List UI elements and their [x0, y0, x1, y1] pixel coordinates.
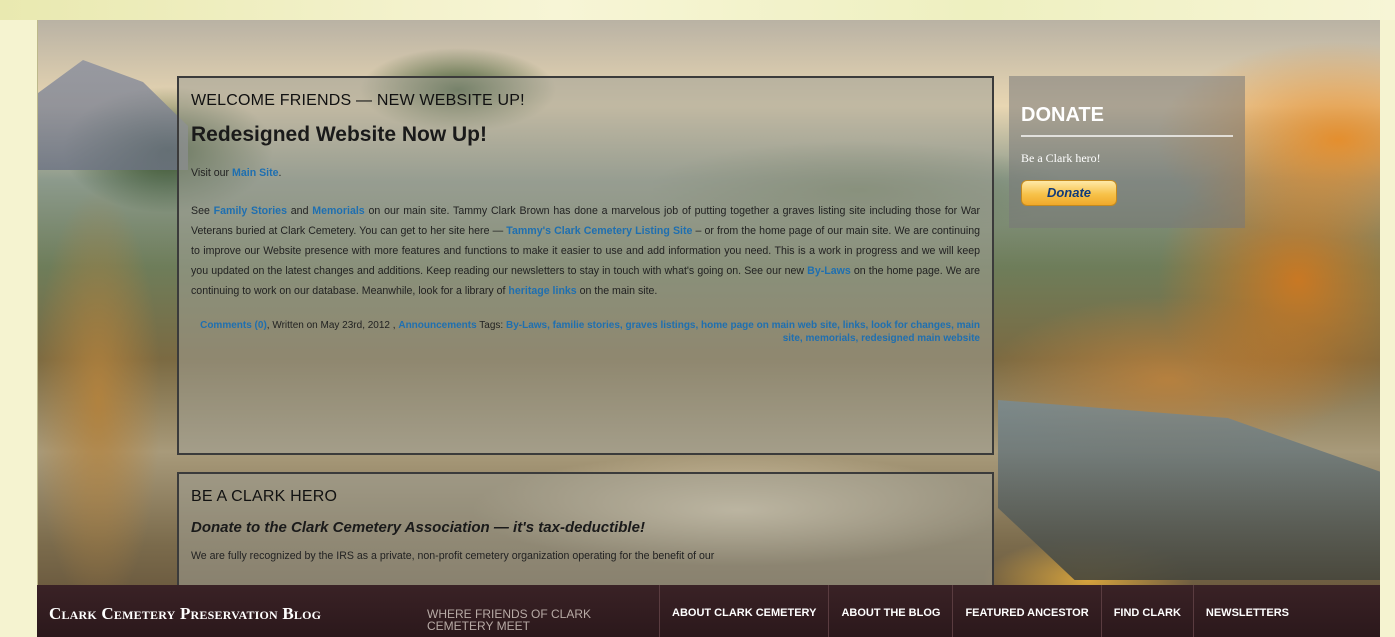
site-tagline: Where Friends of Clark Cemetery Meet	[427, 607, 592, 633]
donate-title: DONATE	[1021, 104, 1233, 137]
post-paragraph: See Family Stories and Memorials on our …	[191, 201, 980, 301]
text-span: See	[191, 205, 214, 217]
nav-menu: About Clark Cemetery About the Blog Feat…	[659, 585, 1301, 637]
post-clark-hero: BE A CLARK HERO Donate to the Clark Ceme…	[177, 472, 994, 592]
nav-item-about-clark-cemetery[interactable]: About Clark Cemetery	[659, 585, 828, 637]
tammy-listing-link[interactable]: Tammy's Clark Cemetery Listing Site	[506, 225, 692, 237]
comments-link[interactable]: Comments (0)	[200, 320, 267, 331]
text-span: Visit our	[191, 167, 233, 179]
post-welcome: WELCOME FRIENDS — NEW WEBSITE UP! Redesi…	[177, 76, 994, 455]
post-date: , Written on May 23rd, 2012 ,	[266, 320, 399, 331]
donate-text: Be a Clark hero!	[1021, 151, 1101, 165]
nav-item-newsletters[interactable]: Newsletters	[1192, 585, 1301, 637]
mountain-shape	[38, 60, 188, 170]
post-body: We are fully recognized by the IRS as a …	[191, 550, 715, 562]
bylaws-link[interactable]: By-Laws	[807, 265, 851, 277]
text-span: on the main site.	[576, 285, 658, 297]
nav-item-featured-ancestor[interactable]: Featured Ancestor	[952, 585, 1100, 637]
post-paragraph: Visit our Main Site.	[191, 163, 980, 183]
post-subtitle: Donate to the Clark Cemetery Association…	[191, 519, 645, 536]
nav-item-find-clark[interactable]: Find Clark	[1100, 585, 1193, 637]
post-body: Visit our Main Site. See Family Stories …	[191, 163, 980, 301]
memorials-link[interactable]: Memorials	[312, 205, 364, 217]
main-site-link[interactable]: Main Site	[232, 167, 279, 179]
bottom-navbar: Clark Cemetery Preservation Blog Where F…	[37, 585, 1380, 637]
text-span: .	[278, 167, 282, 179]
post-title[interactable]: Redesigned Website Now Up!	[191, 123, 980, 147]
tags-links[interactable]: By-Laws, familie stories, graves listing…	[506, 320, 980, 344]
text-span: and	[286, 205, 313, 217]
river-shape	[998, 400, 1380, 580]
nav-item-about-the-blog[interactable]: About the Blog	[828, 585, 952, 637]
tags-label: Tags:	[476, 320, 506, 331]
post-kicker: WELCOME FRIENDS — NEW WEBSITE UP!	[191, 92, 525, 109]
post-kicker: BE A CLARK HERO	[191, 488, 338, 505]
donate-button[interactable]: Donate	[1021, 180, 1117, 206]
heritage-links-link[interactable]: heritage links	[508, 285, 576, 297]
category-link[interactable]: Announcements	[398, 320, 476, 331]
family-stories-link[interactable]: Family Stories	[214, 205, 287, 217]
page-frame: WELCOME FRIENDS — NEW WEBSITE UP! Redesi…	[0, 0, 1395, 637]
site-brand[interactable]: Clark Cemetery Preservation Blog	[37, 585, 427, 624]
post-meta: Comments (0), Written on May 23rd, 2012 …	[191, 319, 980, 345]
donate-widget: DONATE Be a Clark hero! Donate	[1009, 76, 1245, 228]
